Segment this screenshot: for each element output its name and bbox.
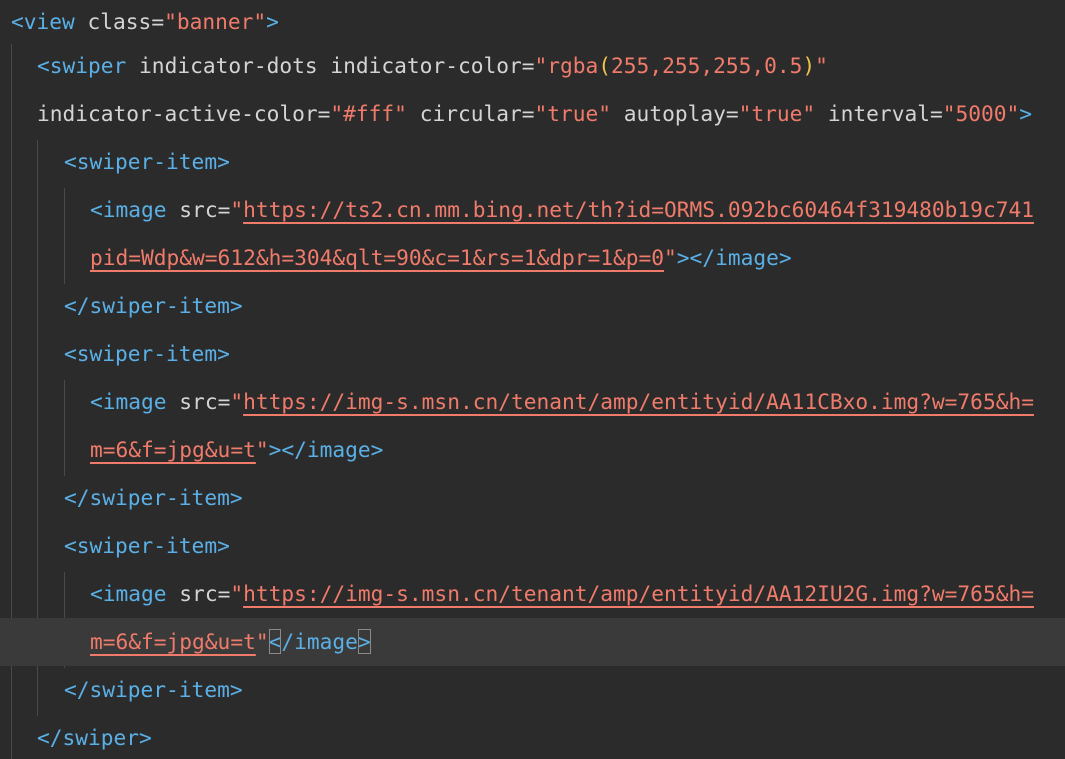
code-token: autoplay= bbox=[611, 101, 739, 126]
code-token: " bbox=[230, 197, 244, 222]
code-token: "true" bbox=[534, 101, 612, 126]
code-editor[interactable]: <view class="banner"> <swiper indicator-d… bbox=[0, 0, 1065, 759]
code-text: </swiper-item> bbox=[64, 474, 243, 522]
code-token: <view bbox=[11, 9, 75, 34]
code-token: circular= bbox=[406, 101, 535, 126]
code-line[interactable]: <view class="banner"> bbox=[0, 0, 1065, 46]
code-token: class= bbox=[74, 9, 165, 34]
code-text: <image src="https://img-s.msn.cn/tenant/… bbox=[90, 378, 1034, 426]
code-text: indicator-active-color="#fff" circular="… bbox=[37, 90, 1032, 138]
code-token: ></image> bbox=[268, 437, 384, 462]
code-token: /image bbox=[281, 629, 358, 654]
url-link[interactable]: pid=Wdp&w=612&h=304&qlt=90&c=1&rs=1&dpr=… bbox=[90, 245, 664, 270]
url-link[interactable]: https://img-s.msn.cn/tenant/amp/entityid… bbox=[243, 389, 1034, 414]
code-token: " bbox=[815, 53, 828, 78]
code-line[interactable]: <swiper-item> bbox=[0, 330, 1065, 378]
code-token: ( bbox=[598, 53, 612, 78]
code-token: <swiper-item> bbox=[64, 533, 230, 558]
current-code-line[interactable]: m=6&f=jpg&u=t"</image> bbox=[0, 618, 1065, 666]
code-token: > bbox=[266, 9, 279, 34]
code-token: indicator-active-color= bbox=[37, 101, 331, 126]
code-text: m=6&f=jpg&u=t"></image> bbox=[90, 426, 383, 474]
code-text: m=6&f=jpg&u=t"</image> bbox=[90, 618, 371, 666]
code-text: </swiper> bbox=[37, 714, 152, 759]
code-token: interval= bbox=[815, 101, 943, 126]
code-token: </swiper-item> bbox=[64, 677, 243, 702]
code-text: <image src="https://ts2.cn.mm.bing.net/t… bbox=[90, 186, 1034, 234]
code-line[interactable]: <image src="https://img-s.msn.cn/tenant/… bbox=[0, 570, 1065, 618]
code-token: <image bbox=[90, 389, 167, 414]
code-line[interactable]: <swiper indicator-dots indicator-color="… bbox=[0, 42, 1065, 90]
code-token: <swiper-item> bbox=[64, 341, 230, 366]
code-token: indicator-dots indicator-color= bbox=[126, 53, 535, 78]
code-line[interactable]: </swiper-item> bbox=[0, 666, 1065, 714]
code-text: pid=Wdp&w=612&h=304&qlt=90&c=1&rs=1&dpr=… bbox=[90, 234, 792, 282]
code-token: src= bbox=[166, 581, 231, 606]
url-link[interactable]: m=6&f=jpg&u=t bbox=[90, 629, 256, 654]
code-token: <swiper bbox=[37, 53, 127, 78]
code-token: " bbox=[230, 389, 244, 414]
code-line[interactable]: </swiper-item> bbox=[0, 474, 1065, 522]
code-line[interactable]: <swiper-item> bbox=[0, 522, 1065, 570]
code-text: <view class="banner"> bbox=[11, 0, 279, 46]
code-line[interactable]: <image src="https://ts2.cn.mm.bing.net/t… bbox=[0, 186, 1065, 234]
code-token: > bbox=[1019, 101, 1033, 126]
code-text: <swiper-item> bbox=[64, 138, 230, 186]
url-link[interactable]: m=6&f=jpg&u=t bbox=[90, 437, 256, 462]
code-token: </swiper-item> bbox=[64, 485, 243, 510]
code-token: "5000" bbox=[942, 101, 1020, 126]
code-token: " bbox=[230, 581, 244, 606]
code-token: <image bbox=[90, 197, 167, 222]
code-text: <image src="https://img-s.msn.cn/tenant/… bbox=[90, 570, 1034, 618]
code-token: "true" bbox=[738, 101, 816, 126]
code-text: <swiper-item> bbox=[64, 330, 230, 378]
code-line[interactable]: <image src="https://img-s.msn.cn/tenant/… bbox=[0, 378, 1065, 426]
code-token: ) bbox=[802, 53, 816, 78]
code-token: "banner" bbox=[164, 9, 267, 34]
code-text: </swiper-item> bbox=[64, 282, 243, 330]
bracket-match: < bbox=[268, 629, 282, 654]
code-token: </swiper> bbox=[37, 725, 152, 750]
code-text: <swiper indicator-dots indicator-color="… bbox=[37, 42, 828, 90]
code-token: " bbox=[664, 245, 677, 270]
code-line[interactable]: m=6&f=jpg&u=t"></image> bbox=[0, 426, 1065, 474]
code-line[interactable]: indicator-active-color="#fff" circular="… bbox=[0, 90, 1065, 138]
code-line[interactable]: </swiper-item> bbox=[0, 282, 1065, 330]
code-token: <swiper-item> bbox=[64, 149, 230, 174]
code-token: </swiper-item> bbox=[64, 293, 243, 318]
url-link[interactable]: https://ts2.cn.mm.bing.net/th?id=ORMS.09… bbox=[243, 197, 1034, 222]
url-link[interactable]: https://img-s.msn.cn/tenant/amp/entityid… bbox=[243, 581, 1034, 606]
code-token: "#fff" bbox=[330, 101, 407, 126]
code-line[interactable]: pid=Wdp&w=612&h=304&qlt=90&c=1&rs=1&dpr=… bbox=[0, 234, 1065, 282]
code-token: "rgba bbox=[534, 53, 599, 78]
code-token: " bbox=[255, 629, 269, 654]
code-line[interactable]: </swiper> bbox=[0, 714, 1065, 759]
code-token: src= bbox=[166, 197, 231, 222]
code-text: <swiper-item> bbox=[64, 522, 230, 570]
bracket-match: > bbox=[357, 629, 371, 654]
code-line[interactable]: <swiper-item> bbox=[0, 138, 1065, 186]
code-token: " bbox=[255, 437, 269, 462]
code-token: <image bbox=[90, 581, 167, 606]
code-token: ></image> bbox=[676, 245, 792, 270]
code-text: </swiper-item> bbox=[64, 666, 243, 714]
code-token: src= bbox=[166, 389, 231, 414]
code-token: 255,255,255,0.5 bbox=[611, 53, 803, 78]
